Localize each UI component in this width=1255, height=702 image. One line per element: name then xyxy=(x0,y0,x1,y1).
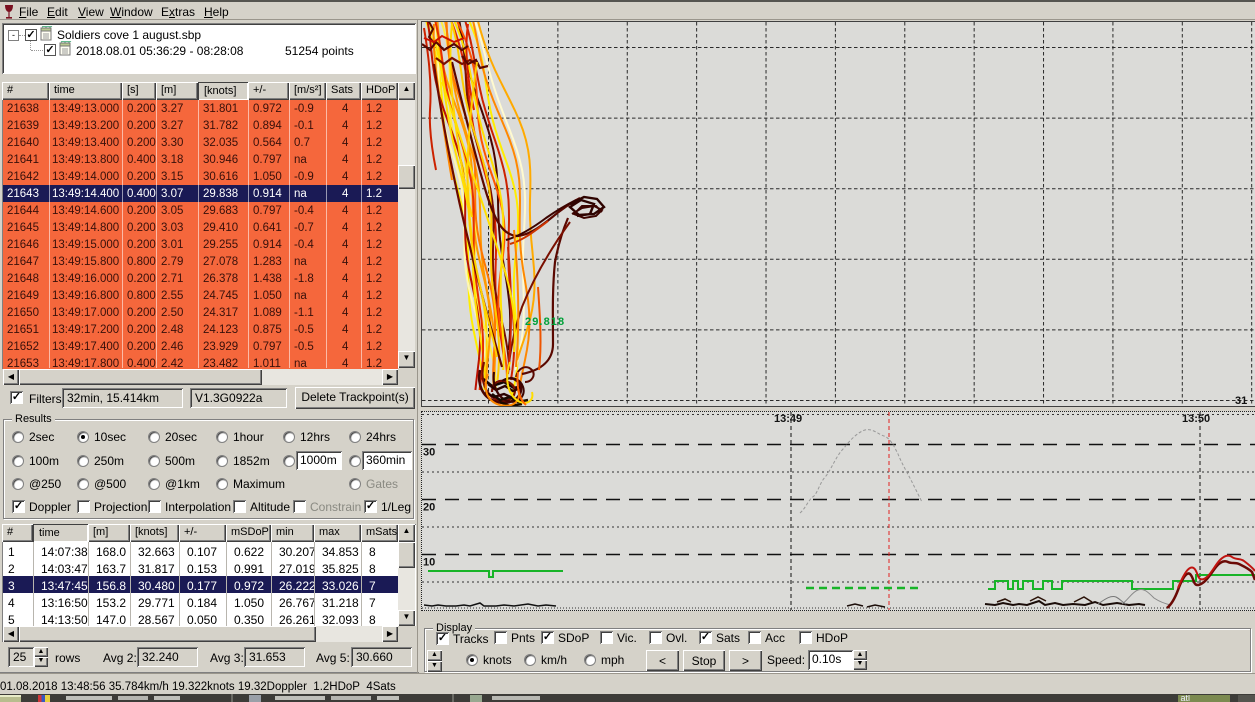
svg-text:31: 31 xyxy=(1235,395,1247,406)
svg-text:10: 10 xyxy=(423,557,435,569)
svg-text:13:49: 13:49 xyxy=(774,413,802,425)
svg-text:29.818: 29.818 xyxy=(525,316,565,328)
svg-text:13:50: 13:50 xyxy=(1182,413,1210,425)
svg-text:30: 30 xyxy=(423,447,435,459)
svg-text:20: 20 xyxy=(423,502,435,514)
